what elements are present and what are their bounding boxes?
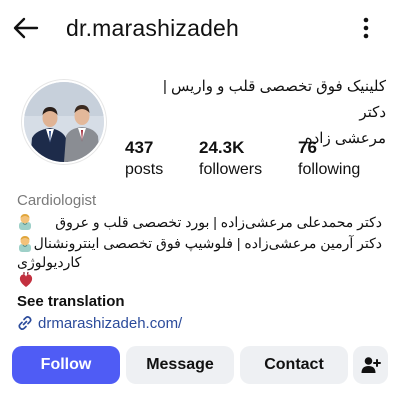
profile-name-line-1: کلینیک فوق تخصصی قلب و واریس | دکتر [162, 78, 386, 121]
followers-label: followers [199, 161, 263, 178]
bio-line-2: دکتر آرمین مرعشی‌زاده | فلوشیپ فوق تخصصی… [33, 235, 382, 251]
bio-line-1: دکتر محمدعلی مرعشی‌زاده | بورد تخصصی قلب… [55, 214, 382, 230]
profile-avatar[interactable] [22, 80, 106, 164]
bio-line-3: کاردیولوژی [17, 254, 82, 270]
profile-website-link[interactable]: drmarashizadeh.com/ [16, 313, 182, 333]
posts-count: 437 [125, 138, 154, 157]
profile-username: dr.marashizadeh [66, 15, 240, 41]
more-options-icon[interactable] [356, 14, 376, 42]
message-button[interactable]: Message [126, 346, 234, 384]
stat-posts[interactable]: 437 posts [125, 137, 163, 181]
contact-button[interactable]: Contact [240, 346, 348, 384]
website-url: drmarashizadeh.com/ [38, 314, 183, 332]
anatomical-heart-icon [19, 271, 33, 287]
stat-following[interactable]: 76 following [298, 137, 360, 181]
add-user-icon [361, 357, 381, 373]
following-label: following [298, 161, 361, 178]
suggested-users-button[interactable] [353, 346, 388, 384]
link-icon [18, 316, 32, 330]
doctor-emoji-icon [19, 214, 31, 230]
follow-button[interactable]: Follow [12, 346, 120, 384]
followers-count: 24.3K [199, 138, 245, 157]
posts-label: posts [125, 161, 164, 178]
stat-followers[interactable]: 24.3K followers [199, 137, 262, 181]
avatar-photo [24, 82, 104, 162]
profile-category: Cardiologist [17, 192, 97, 209]
top-bar: dr.marashizadeh [0, 0, 400, 56]
following-count: 76 [298, 138, 317, 157]
back-arrow-icon[interactable] [12, 14, 40, 42]
doctor-emoji-icon [19, 236, 31, 252]
see-translation-link[interactable]: See translation [17, 293, 125, 310]
